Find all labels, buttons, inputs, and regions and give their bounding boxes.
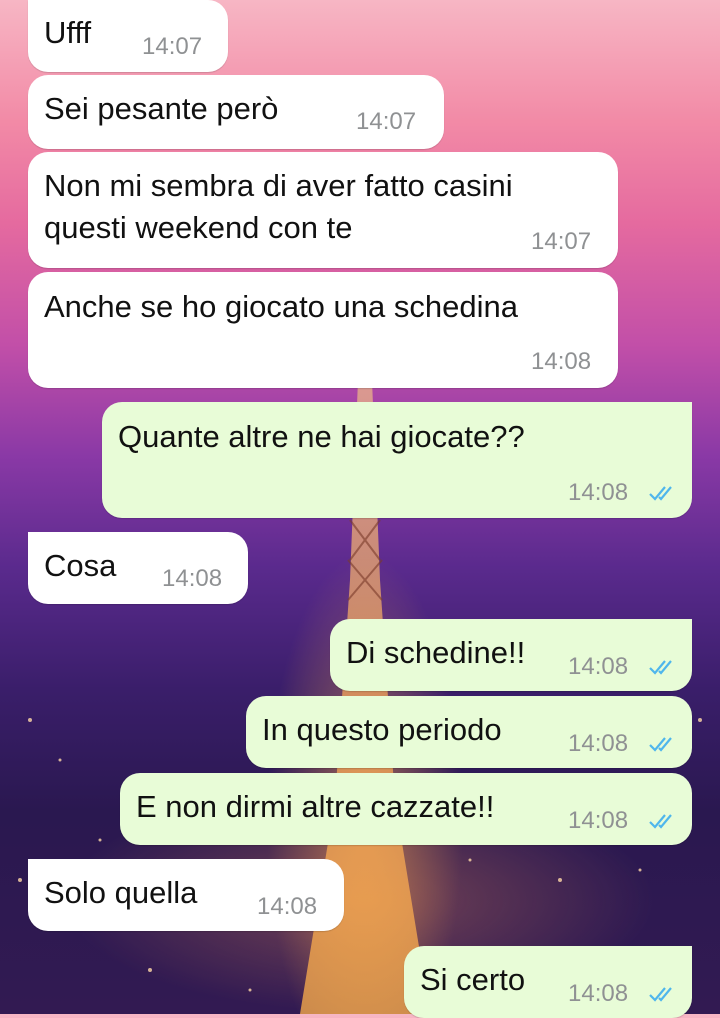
message-bubble-outgoing[interactable]: Si certo 14:08 xyxy=(404,946,692,1018)
message-text: In questo periodo xyxy=(262,712,502,747)
message-time: 14:08 xyxy=(162,565,223,592)
message-text: Di schedine!! xyxy=(346,635,526,670)
message-time: 14:07 xyxy=(142,33,203,60)
message-text: Anche se ho giocato una schedina xyxy=(44,289,518,324)
message-time: 14:08 xyxy=(568,980,629,1007)
message-text: Solo quella xyxy=(44,875,198,910)
message-text: Quante altre ne hai giocate?? xyxy=(118,419,525,454)
message-bubble-incoming[interactable]: Sei pesante però 14:07 xyxy=(28,75,444,149)
message-bubble-incoming[interactable]: Anche se ho giocato una schedina 14:08 xyxy=(28,272,618,388)
message-time: 14:08 xyxy=(568,730,629,757)
message-time: 14:08 xyxy=(568,807,629,834)
message-time: 14:07 xyxy=(531,228,592,255)
message-bubble-outgoing[interactable]: Di schedine!! 14:08 xyxy=(330,619,692,691)
message-bubble-incoming[interactable]: Non mi sembra di aver fatto casini quest… xyxy=(28,152,618,268)
double-check-icon xyxy=(649,814,672,829)
message-text: Cosa xyxy=(44,548,117,583)
double-check-icon xyxy=(649,987,672,1002)
message-text: Ufff xyxy=(44,15,92,50)
message-bubble-outgoing[interactable]: Quante altre ne hai giocate?? 14:08 xyxy=(102,402,692,518)
message-bubble-outgoing[interactable]: In questo periodo 14:08 xyxy=(246,696,692,768)
double-check-icon xyxy=(649,660,672,675)
double-check-icon xyxy=(649,486,672,501)
message-text: Non mi sembra di aver fatto casini quest… xyxy=(44,168,513,245)
message-time: 14:08 xyxy=(568,479,629,506)
message-time: 14:07 xyxy=(356,108,417,135)
message-time: 14:08 xyxy=(531,348,592,375)
message-bubble-incoming[interactable]: Ufff 14:07 xyxy=(28,0,228,72)
message-text: E non dirmi altre cazzate!! xyxy=(136,789,495,824)
message-bubble-incoming[interactable]: Solo quella 14:08 xyxy=(28,859,344,931)
message-bubble-outgoing[interactable]: E non dirmi altre cazzate!! 14:08 xyxy=(120,773,692,845)
message-bubble-incoming[interactable]: Cosa 14:08 xyxy=(28,532,248,604)
message-time: 14:08 xyxy=(257,893,318,920)
message-time: 14:08 xyxy=(568,653,629,680)
double-check-icon xyxy=(649,737,672,752)
message-text: Si certo xyxy=(420,962,526,997)
message-text: Sei pesante però xyxy=(44,91,279,126)
